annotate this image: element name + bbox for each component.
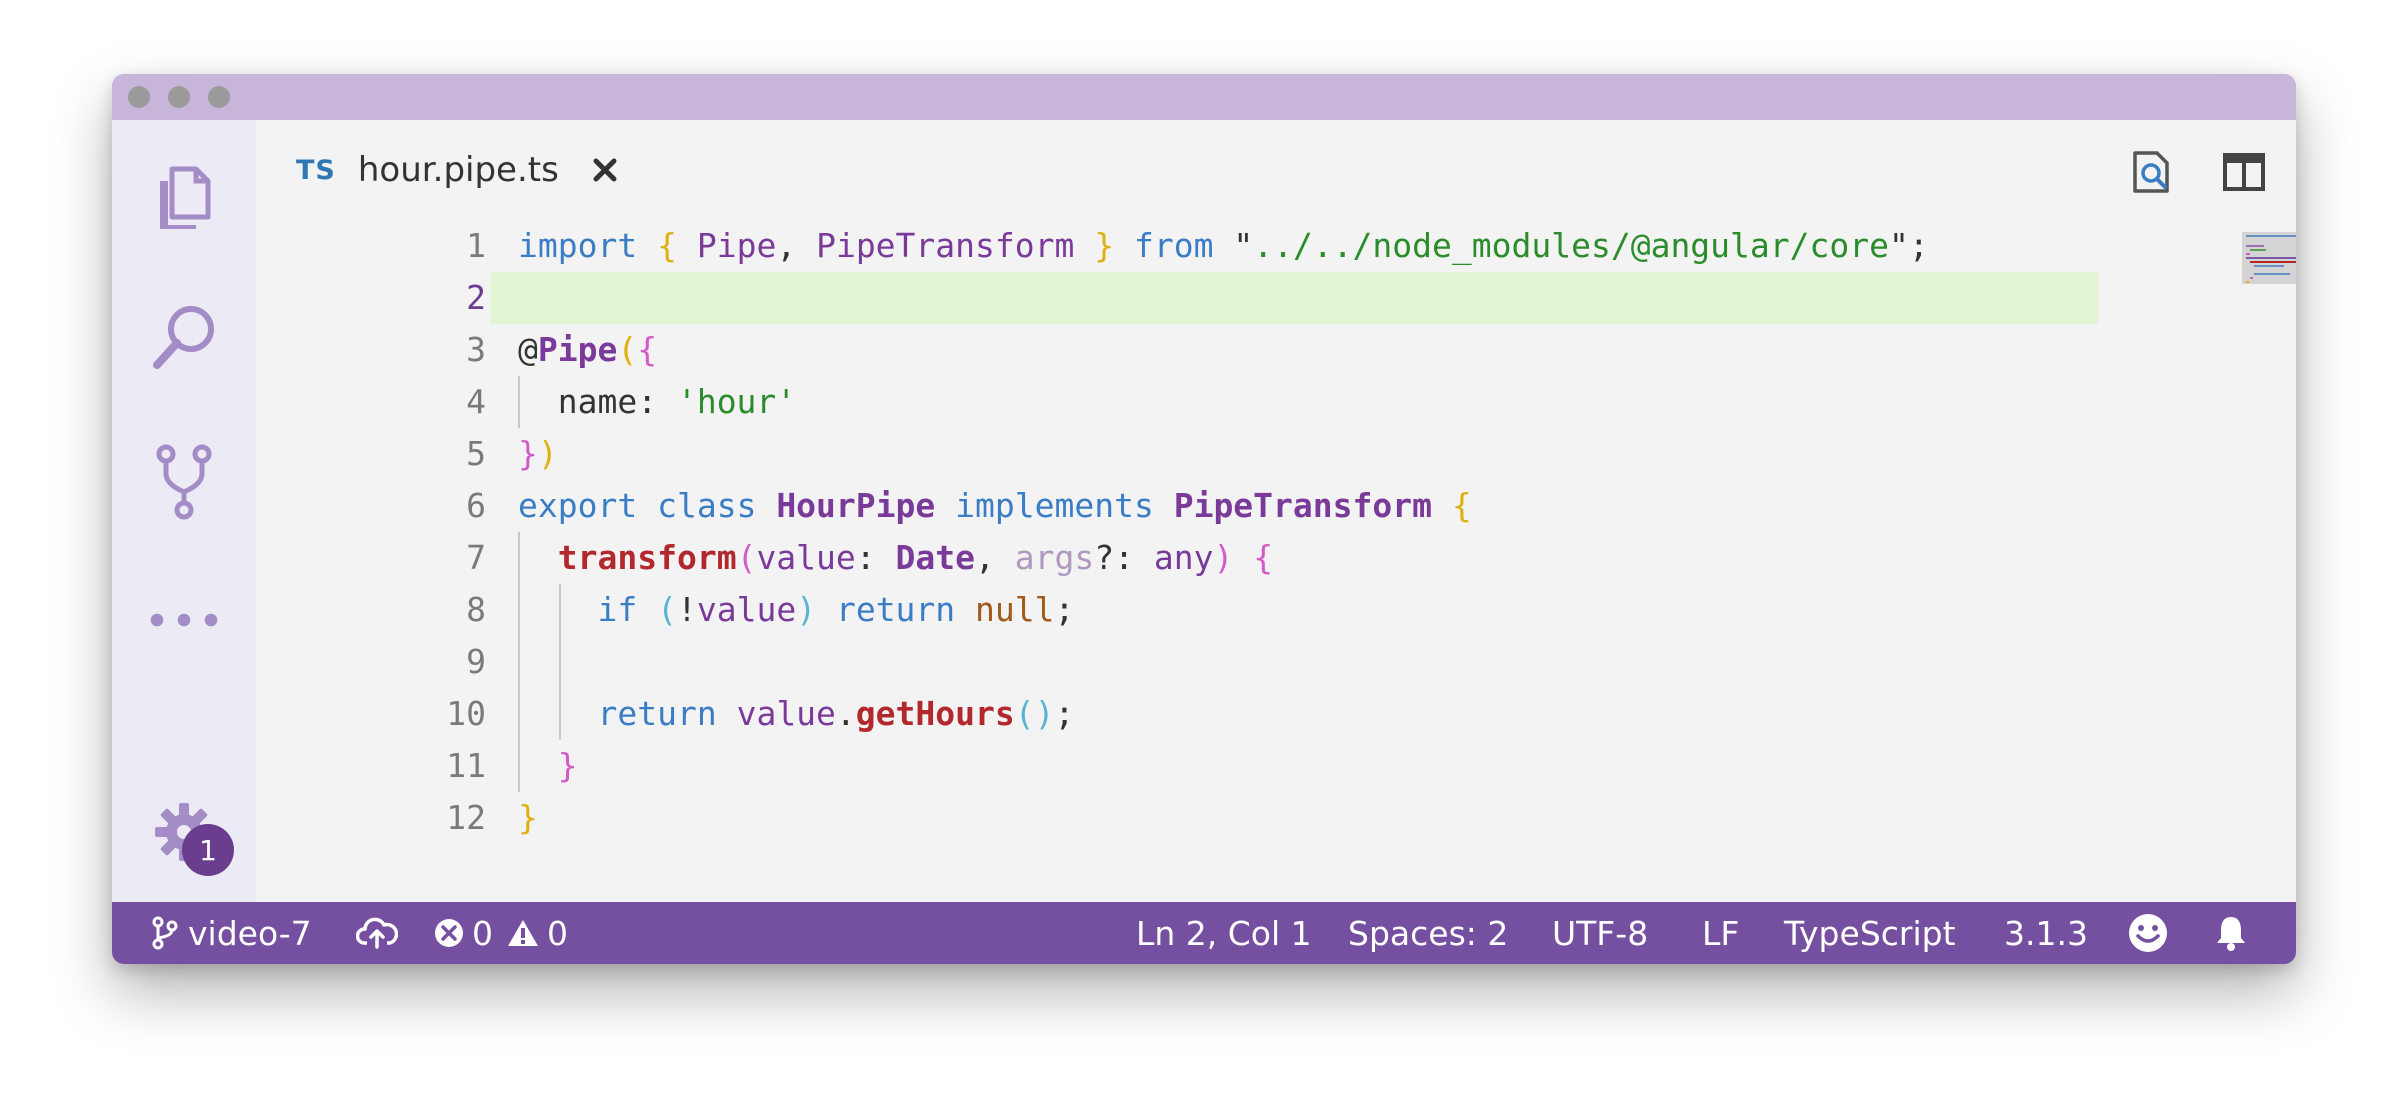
- code-line-10: return value.getHours();: [597, 694, 1075, 733]
- zoom-window-button[interactable]: [208, 86, 230, 108]
- line-number: 10: [446, 694, 486, 733]
- indentation-status[interactable]: Spaces: 2: [1348, 902, 1508, 964]
- settings-update-badge: 1: [182, 824, 234, 876]
- editor-window: 1 TS hour.pipe.ts 1 2 3 4 5 6 7 8 9 10 1…: [112, 74, 2296, 964]
- problems-status[interactable]: 0 0: [434, 902, 568, 964]
- line-number: 12: [446, 798, 486, 837]
- feedback-smiley-icon: [2129, 914, 2167, 952]
- source-control-icon: [156, 444, 212, 520]
- line-number: 8: [466, 590, 486, 629]
- warning-count: 0: [547, 913, 568, 953]
- encoding-label: UTF-8: [1552, 913, 1649, 953]
- open-preview-icon: [2133, 151, 2169, 193]
- code-line-3: @Pipe({: [518, 330, 658, 369]
- notifications-bell-icon: [2217, 917, 2245, 951]
- split-editor-icon: [2223, 153, 2265, 191]
- explorer-button[interactable]: [148, 162, 220, 234]
- code-line-1: import { Pipe, PipeTransform } from "../…: [518, 226, 1929, 265]
- code-line-8: if (!value) return null;: [597, 590, 1075, 629]
- warning-icon: [508, 920, 538, 946]
- split-editor-button[interactable]: [2218, 146, 2270, 198]
- feedback-button[interactable]: [2128, 902, 2168, 964]
- line-number: 11: [446, 746, 486, 785]
- error-count: 0: [472, 913, 493, 953]
- code-line-12: }: [518, 798, 538, 837]
- code-line-7: transform(value: Date, args?: any) {: [557, 538, 1274, 577]
- language-mode-status[interactable]: TypeScript: [1784, 902, 1956, 964]
- branch-name: video-7: [188, 913, 312, 953]
- cloud-upload-icon: [356, 917, 398, 949]
- typescript-file-icon: TS: [296, 154, 336, 186]
- encoding-status[interactable]: UTF-8: [1552, 902, 1648, 964]
- search-icon: [153, 306, 214, 369]
- tab-label: hour.pipe.ts: [357, 150, 559, 190]
- line-number: 5: [466, 434, 486, 473]
- code-editor[interactable]: 1 2 3 4 5 6 7 8 9 10 11 12 import { Pipe…: [256, 220, 2296, 902]
- activity-bar: 1: [112, 120, 256, 902]
- code-line-4: name: 'hour': [518, 382, 797, 421]
- more-views-button[interactable]: [148, 584, 220, 656]
- cursor-position-status[interactable]: Ln 2, Col 1: [1136, 902, 1312, 964]
- cursor-position-label: Ln 2, Col 1: [1136, 913, 1312, 953]
- language-mode-label: TypeScript: [1784, 913, 1956, 953]
- line-number: 9: [466, 642, 486, 681]
- minimize-window-button[interactable]: [168, 86, 190, 108]
- typescript-version-label: 3.1.3: [2004, 913, 2088, 953]
- minimap-preview: [2246, 235, 2296, 283]
- code-text-area[interactable]: import { Pipe, PipeTransform } from "../…: [490, 220, 2098, 902]
- line-number-current: 2: [466, 278, 486, 317]
- line-number: 7: [466, 538, 486, 577]
- git-branch-icon: [152, 916, 178, 950]
- sync-changes-button[interactable]: [356, 902, 398, 964]
- notifications-button[interactable]: [2214, 902, 2248, 964]
- line-ending-status[interactable]: LF: [1702, 902, 1739, 964]
- editor-tab-bar: TS hour.pipe.ts: [256, 120, 2296, 220]
- code-line-11: }: [557, 746, 578, 785]
- files-icon: [160, 166, 211, 229]
- current-line-highlight: [490, 272, 2098, 324]
- status-bar: video-7 0 0 Ln 2, Col 1 Spaces: 2 UTF-8 …: [112, 902, 2296, 964]
- typescript-version-status[interactable]: 3.1.3: [2004, 902, 2088, 964]
- line-number: 6: [466, 486, 486, 525]
- line-ending-label: LF: [1702, 913, 1740, 953]
- code-line-5: }): [518, 434, 558, 473]
- tab-close-button[interactable]: [589, 154, 621, 186]
- more-icon: [150, 613, 218, 627]
- minimap[interactable]: [2242, 232, 2296, 284]
- close-icon: [593, 158, 617, 182]
- open-preview-button[interactable]: [2126, 146, 2178, 198]
- line-number-gutter: 1 2 3 4 5 6 7 8 9 10 11 12: [256, 220, 486, 902]
- git-branch-status[interactable]: video-7: [152, 902, 312, 964]
- title-bar[interactable]: [112, 74, 2296, 120]
- tab-hour-pipe-ts[interactable]: TS hour.pipe.ts: [256, 120, 657, 220]
- line-number: 1: [466, 226, 486, 265]
- line-number: 4: [466, 382, 486, 421]
- close-window-button[interactable]: [128, 86, 150, 108]
- source-control-button[interactable]: [148, 444, 220, 520]
- indentation-label: Spaces: 2: [1348, 913, 1509, 953]
- line-number: 3: [466, 330, 486, 369]
- error-icon: [435, 919, 463, 947]
- search-button[interactable]: [148, 300, 220, 372]
- code-line-6: export class HourPipe implements PipeTra…: [518, 486, 1472, 525]
